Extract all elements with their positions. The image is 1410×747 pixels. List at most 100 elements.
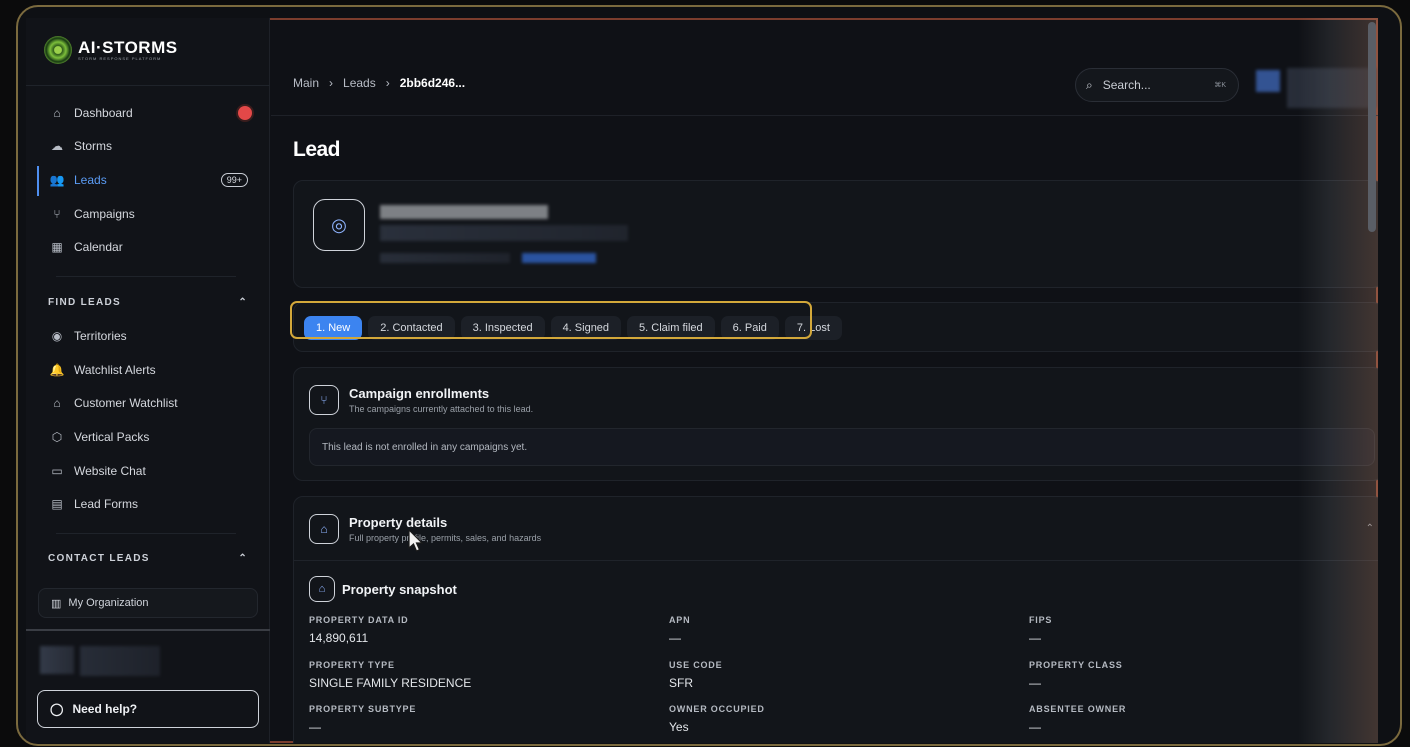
sidebar-divider xyxy=(26,629,270,631)
user-info xyxy=(80,646,160,676)
user-avatar[interactable] xyxy=(1256,70,1280,92)
card-subtitle: The campaigns currently attached to this… xyxy=(349,404,534,414)
top-bar: Main › Leads › 2bb6d246... ⌕ Search... ⌘… xyxy=(271,18,1378,116)
sidebar-item-label: Storms xyxy=(74,139,113,153)
find-leads-header[interactable]: FIND LEADS ⌃ xyxy=(48,297,248,308)
chevron-up-icon: ⌃ xyxy=(238,297,248,308)
breadcrumb-main[interactable]: Main xyxy=(293,76,319,90)
sidebar-item-label: Customer Watchlist xyxy=(74,396,178,410)
property-details-card: ⌂ Property details Full property profile… xyxy=(293,496,1378,743)
field-value: 14,890,611 xyxy=(309,631,369,645)
field-value: SINGLE FAMILY RESIDENCE xyxy=(309,676,472,690)
contact-leads-header[interactable]: CONTACT LEADS ⌃ xyxy=(48,553,248,564)
user-menu[interactable] xyxy=(1287,68,1377,108)
field-label: PROPERTY CLASS xyxy=(1029,660,1123,670)
field-value: — xyxy=(309,720,321,734)
building-icon: ▥ xyxy=(51,597,62,610)
sidebar-item-vertical-packs[interactable]: ⬡ Vertical Packs xyxy=(38,423,258,451)
field-value: Yes xyxy=(669,720,689,734)
field-value: — xyxy=(669,631,681,645)
sidebar-item-campaigns[interactable]: ⑂ Campaigns xyxy=(38,200,258,228)
field-value: — xyxy=(1029,676,1041,690)
sidebar-divider xyxy=(56,276,236,277)
radar-logo-icon xyxy=(44,36,72,64)
field-label: ABSENTEE OWNER xyxy=(1029,704,1127,714)
lead-address xyxy=(380,225,628,241)
branch-icon: ⑂ xyxy=(309,385,339,415)
clipboard-icon: ▤ xyxy=(51,497,63,511)
lead-link[interactable] xyxy=(522,253,596,263)
sidebar-item-label: Vertical Packs xyxy=(74,430,150,444)
field-label: FIPS xyxy=(1029,615,1053,625)
chevron-up-icon[interactable]: ⌃ xyxy=(1366,523,1374,534)
chevron-up-icon: ⌃ xyxy=(238,553,248,564)
brand-logo[interactable]: AI·STORMS STORM RESPONSE PLATFORM xyxy=(44,36,178,64)
section-title: Property snapshot xyxy=(342,582,457,597)
need-help-button[interactable]: ◯ Need help? xyxy=(37,690,259,728)
field-value: SFR xyxy=(669,676,693,690)
home-icon: ⌂ xyxy=(309,514,339,544)
sidebar-item-storms[interactable]: ☁ Storms xyxy=(38,132,258,160)
user-avatar[interactable] xyxy=(40,646,74,674)
chevron-right-icon: › xyxy=(385,76,390,90)
sidebar-item-lead-forms[interactable]: ▤ Lead Forms xyxy=(38,490,258,518)
lead-name xyxy=(380,205,548,219)
sidebar: AI·STORMS STORM RESPONSE PLATFORM ⌂ Dash… xyxy=(26,18,270,743)
annotation-highlight xyxy=(290,301,812,339)
chevron-right-icon: › xyxy=(329,76,334,90)
branch-icon: ⑂ xyxy=(53,207,61,221)
sidebar-item-label: Dashboard xyxy=(74,106,133,120)
app-window: AI·STORMS STORM RESPONSE PLATFORM ⌂ Dash… xyxy=(16,5,1402,746)
field-label: PROPERTY DATA ID xyxy=(309,615,409,625)
sidebar-divider xyxy=(26,85,270,86)
count-badge: 99+ xyxy=(220,173,248,187)
lead-contact xyxy=(380,253,510,263)
organization-switcher[interactable]: ▥ My Organization xyxy=(38,588,258,618)
sidebar-item-calendar[interactable]: ▦ Calendar xyxy=(38,233,258,261)
sidebar-item-label: Lead Forms xyxy=(74,497,139,511)
search-placeholder: Search... xyxy=(1102,78,1151,92)
users-icon: 👥 xyxy=(49,173,65,187)
field-label: APN xyxy=(669,615,691,625)
package-icon: ⬡ xyxy=(51,430,63,444)
field-value: — xyxy=(1029,720,1041,734)
breadcrumb: Main › Leads › 2bb6d246... xyxy=(293,76,465,90)
search-icon: ⌕ xyxy=(1086,77,1093,92)
sidebar-item-label: Campaigns xyxy=(74,207,135,221)
card-subtitle: Full property profile, permits, sales, a… xyxy=(349,533,542,543)
breadcrumb-leads[interactable]: Leads xyxy=(343,76,376,90)
sidebar-item-leads[interactable]: 👥 Leads 99+ xyxy=(38,166,258,194)
card-title: Campaign enrollments xyxy=(349,386,490,401)
notification-dot xyxy=(238,106,252,120)
calendar-icon: ▦ xyxy=(51,240,63,254)
sidebar-item-website-chat[interactable]: ▭ Website Chat xyxy=(38,457,258,485)
sidebar-item-label: Territories xyxy=(74,329,127,343)
field-value: — xyxy=(1029,631,1041,645)
card-divider xyxy=(294,560,1378,561)
cloud-icon: ☁ xyxy=(51,139,63,153)
help-label: Need help? xyxy=(72,702,138,716)
home-icon: ⌂ xyxy=(53,106,61,120)
campaign-enrollments-card: ⑂ Campaign enrollments The campaigns cur… xyxy=(293,367,1378,481)
map-pin-icon: ◉ xyxy=(51,329,63,343)
bell-icon: 🔔 xyxy=(49,363,65,377)
field-label: PROPERTY SUBTYPE xyxy=(309,704,417,714)
sidebar-item-watchlist-alerts[interactable]: 🔔 Watchlist Alerts xyxy=(38,356,258,384)
sidebar-item-territories[interactable]: ◉ Territories xyxy=(38,322,258,350)
sidebar-item-label: Website Chat xyxy=(74,464,146,478)
chat-bubble-icon: ◯ xyxy=(50,702,64,716)
chat-icon: ▭ xyxy=(51,464,63,478)
sidebar-item-customer-watchlist[interactable]: ⌂ Customer Watchlist xyxy=(38,389,258,417)
field-label: OWNER OCCUPIED xyxy=(669,704,765,714)
card-title[interactable]: Property details xyxy=(349,515,447,530)
scrollbar[interactable] xyxy=(1368,22,1376,232)
home-icon: ⌂ xyxy=(53,396,61,410)
sidebar-item-label: Watchlist Alerts xyxy=(74,363,156,377)
breadcrumb-current: 2bb6d246... xyxy=(399,76,466,90)
brand-name: AI·STORMS xyxy=(78,37,178,57)
empty-state: This lead is not enrolled in any campaig… xyxy=(309,428,1375,466)
sidebar-divider xyxy=(56,533,236,534)
sidebar-item-dashboard[interactable]: ⌂ Dashboard xyxy=(38,99,258,127)
org-name: My Organization xyxy=(68,597,149,609)
search-input[interactable]: ⌕ Search... ⌘K xyxy=(1075,68,1239,102)
